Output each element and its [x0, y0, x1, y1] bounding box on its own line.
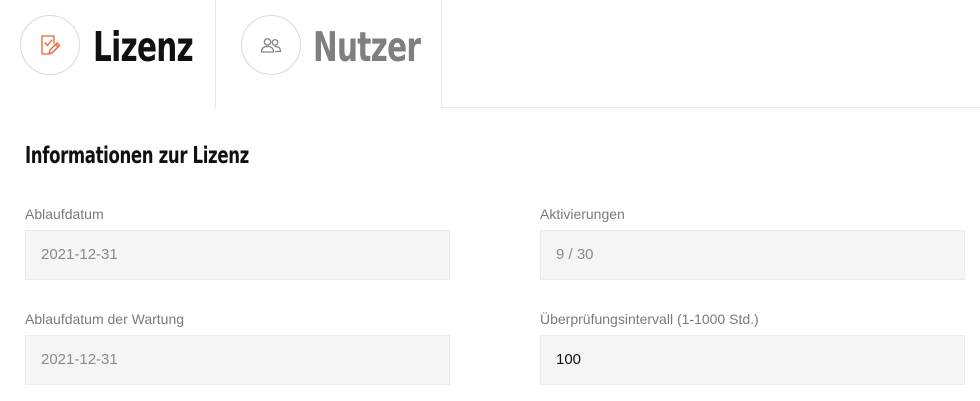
license-page: Lizenz Nutzer Informationen zur Lizenz A…: [0, 0, 980, 401]
activations-label: Aktivierungen: [540, 206, 625, 222]
expiry-field: 2021-12-31: [25, 230, 450, 280]
activations-field: 9 / 30: [540, 230, 965, 280]
license-document-icon: [20, 15, 80, 75]
maintenance-expiry-label: Ablaufdatum der Wartung: [25, 311, 185, 327]
tab-nutzer[interactable]: Nutzer: [216, 0, 442, 108]
tab-bar: Lizenz Nutzer: [0, 0, 980, 109]
tab-nutzer-label: Nutzer: [313, 23, 421, 71]
tab-lizenz-label: Lizenz: [93, 23, 194, 71]
tab-lizenz[interactable]: Lizenz: [0, 0, 216, 109]
maintenance-expiry-field: 2021-12-31: [25, 335, 450, 385]
expiry-label: Ablaufdatum: [25, 206, 104, 222]
check-interval-input[interactable]: 100: [540, 335, 965, 385]
users-icon: [241, 15, 301, 75]
section-title: Informationen zur Lizenz: [25, 143, 249, 169]
check-interval-label: Überprüfungsintervall (1-1000 Std.): [540, 311, 759, 327]
